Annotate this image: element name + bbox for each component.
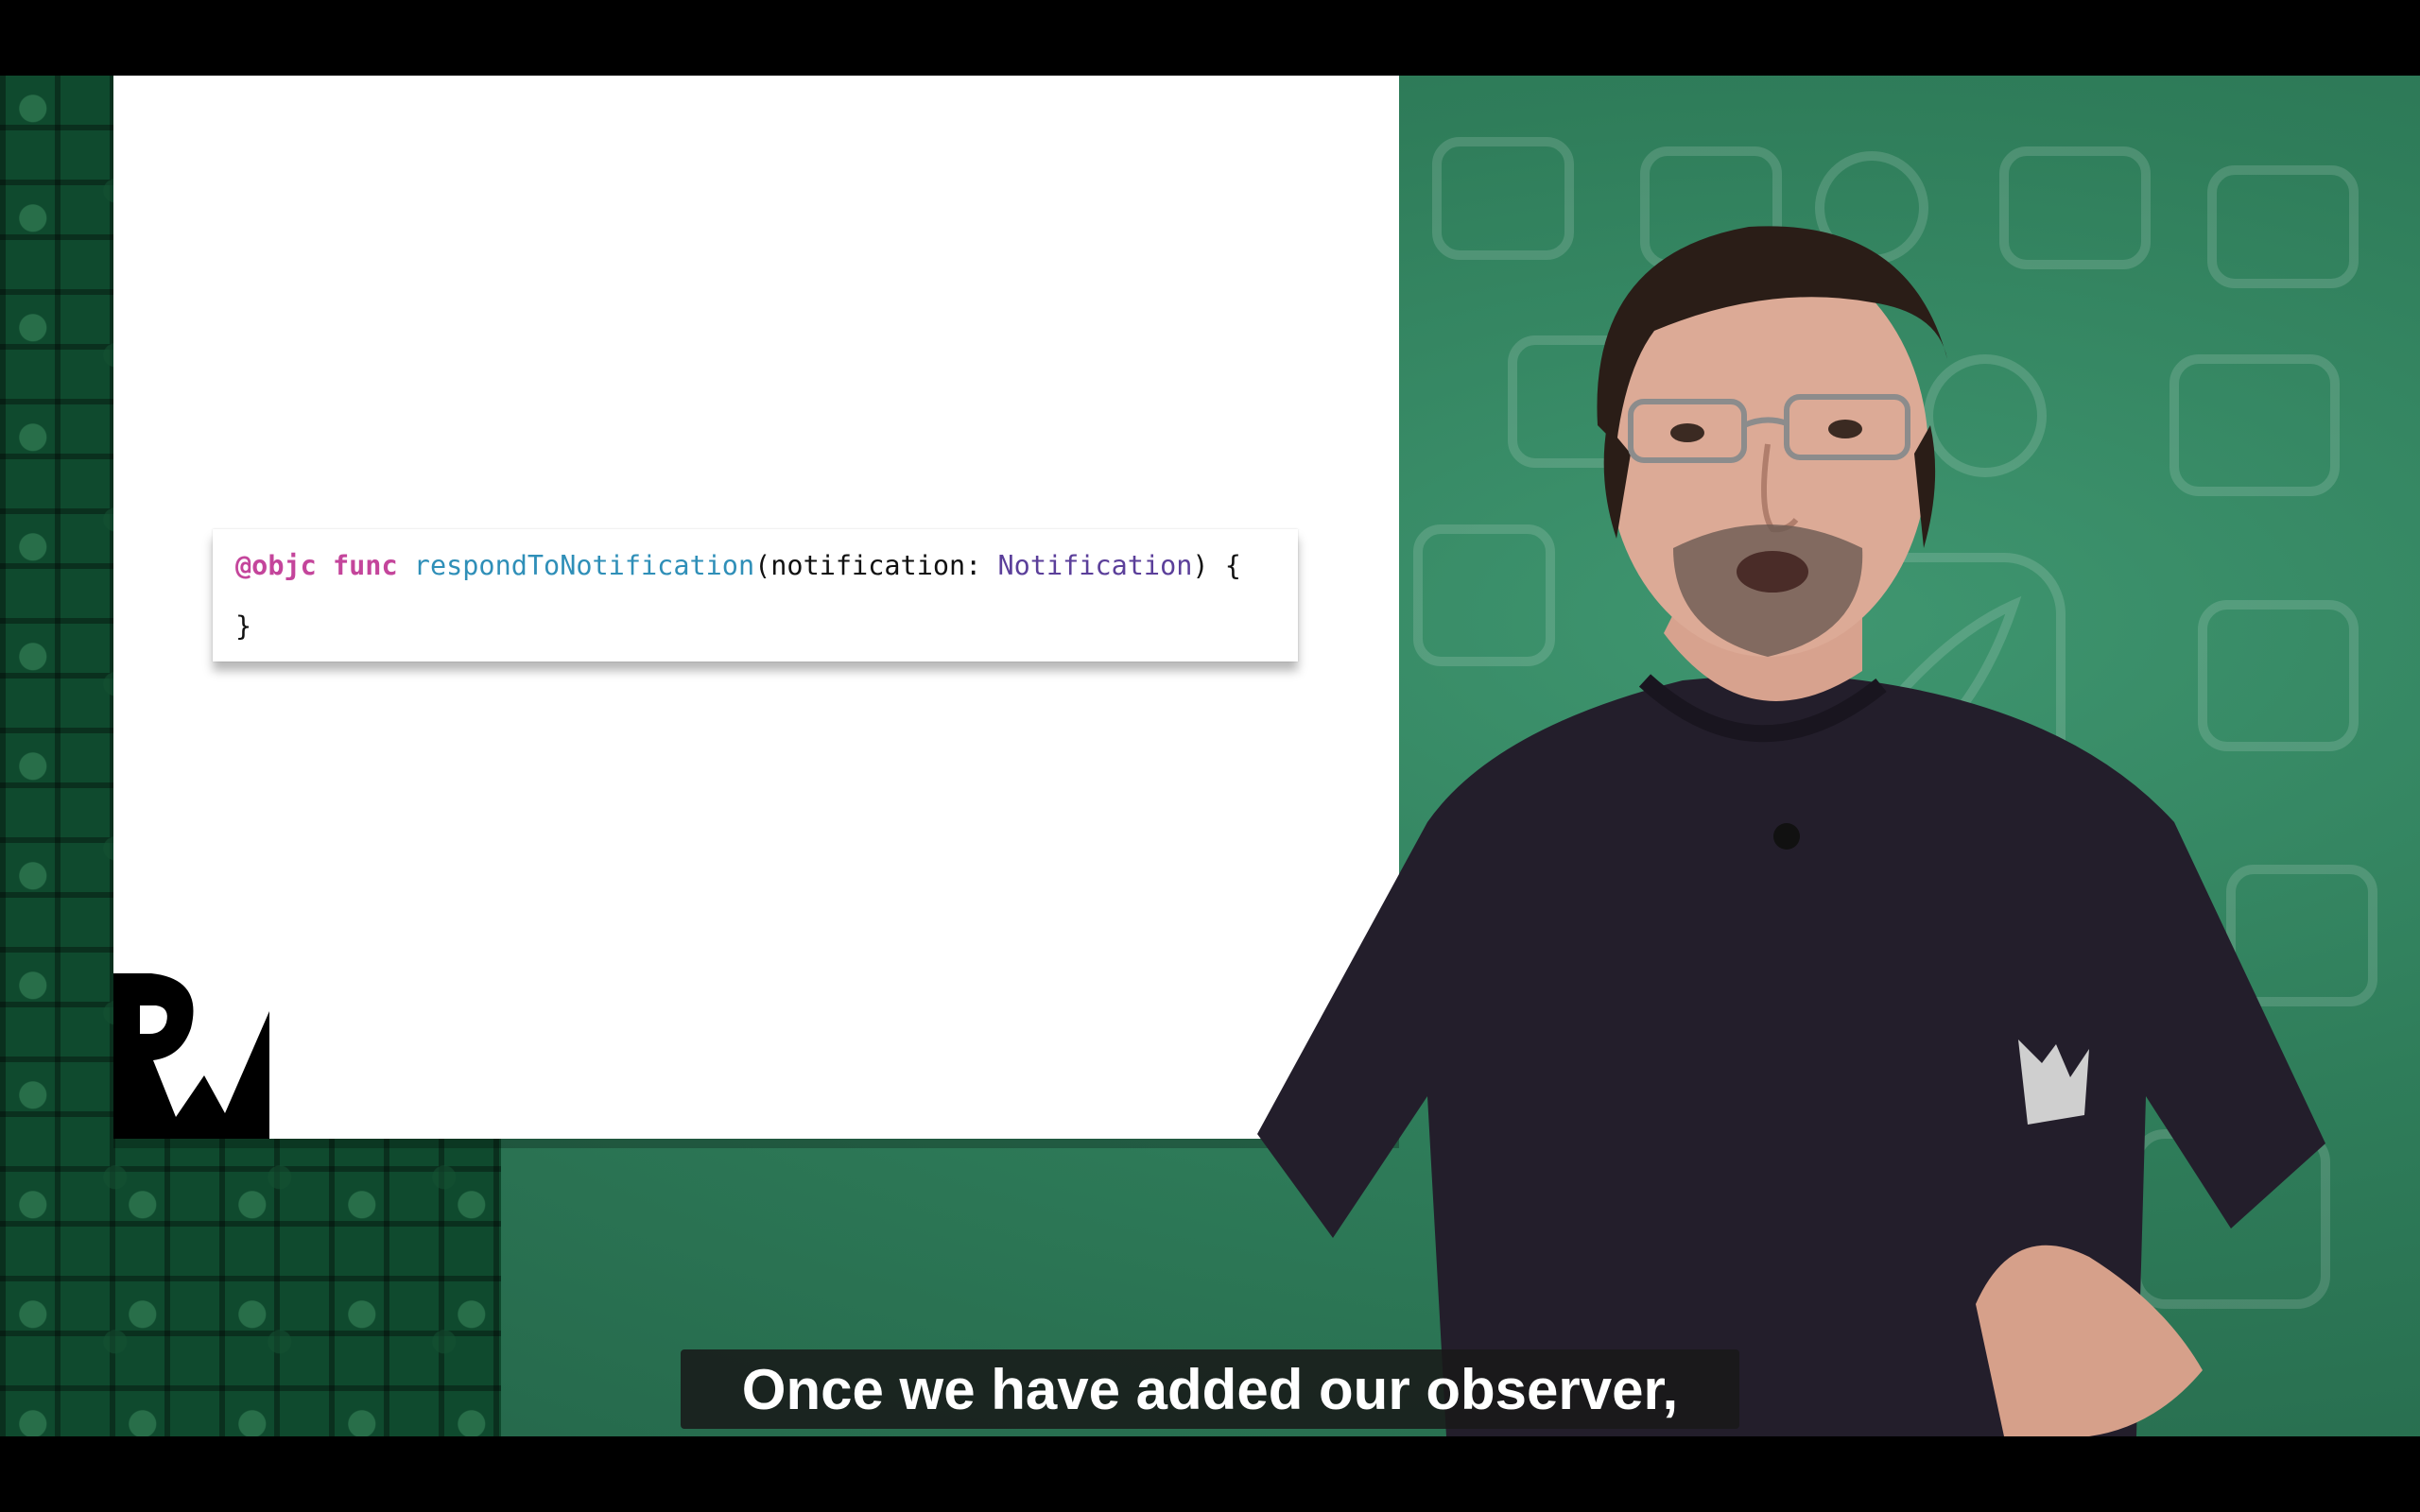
rw-logo-icon: [113, 973, 269, 1139]
code-snippet-card: @objc func respondToNotification(notific…: [213, 529, 1298, 662]
subtitle-caption: Once we have added our observer,: [681, 1349, 1739, 1429]
letterbox-bottom: [0, 1436, 2420, 1512]
code-token-plain: (notification:: [754, 550, 998, 581]
code-token-attr: @objc: [235, 550, 317, 581]
code-token-type: Notification: [997, 550, 1193, 581]
video-frame[interactable]: @objc func respondToNotification(notific…: [0, 76, 2420, 1436]
presenter-image: [1257, 226, 2325, 1436]
code-token-plain: }: [235, 610, 252, 642]
code-token-plain: ) {: [1192, 550, 1241, 581]
code-line-2: }: [235, 610, 251, 642]
subtitle-text: Once we have added our observer,: [741, 1357, 1679, 1421]
code-token-fn: respondToNotification: [413, 550, 755, 581]
code-token-kw: func: [332, 550, 398, 581]
code-line-1: @objc func respondToNotification(notific…: [235, 550, 1241, 581]
code-slide: @objc func respondToNotification(notific…: [113, 76, 1399, 1139]
letterbox-top: [0, 0, 2420, 76]
